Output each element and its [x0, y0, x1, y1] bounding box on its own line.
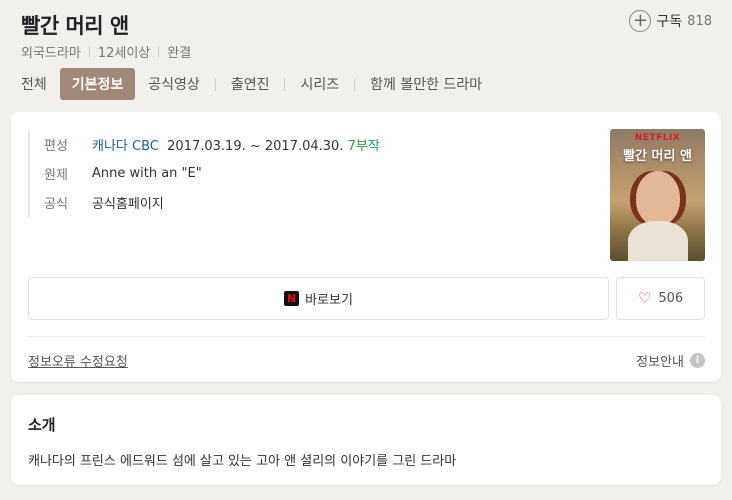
- report-error-link[interactable]: 정보오류 수정요청: [28, 351, 128, 370]
- country-link[interactable]: 캐나다: [92, 139, 128, 154]
- netflix-icon: N: [284, 291, 300, 306]
- official-label: 공식: [44, 197, 68, 212]
- tab-official-video[interactable]: 공식영상: [139, 68, 209, 100]
- subscribe-label: 구독: [656, 14, 683, 30]
- meta-status: 완결: [167, 46, 192, 61]
- intro-title: 소개: [28, 416, 56, 434]
- poster-figure-head: [636, 171, 680, 225]
- tab-basic-info[interactable]: 기본정보: [59, 68, 136, 100]
- info-row-broadcast: 편성 캐나다 CBC 2017.03.19. ~ 2017.04.30. 7부작: [44, 130, 380, 159]
- meta-divider: [88, 46, 90, 57]
- network-link[interactable]: CBC: [132, 139, 159, 154]
- info-guide-label: 정보안내: [636, 355, 684, 370]
- like-count: 506: [658, 291, 684, 306]
- plus-circle-icon: +: [629, 10, 652, 32]
- info-rows: 편성 캐나다 CBC 2017.03.19. ~ 2017.04.30. 7부작…: [28, 130, 380, 217]
- tab-all[interactable]: 전체: [12, 68, 56, 100]
- tab-bar: 전체 기본정보 공식영상 출연진 시리즈 함께 볼만한 드라마: [12, 68, 491, 100]
- broadcast-dates: 2017.03.19. ~ 2017.04.30.: [167, 139, 344, 154]
- original-title-label: 원제: [44, 168, 68, 183]
- meta-genre: 외국드라마: [21, 46, 81, 61]
- meta-rating: 12세이상: [97, 46, 151, 61]
- intro-text: 캐나다의 프린스 에드워드 섬에 살고 있는 고아 앤 셜리의 이야기를 그린 …: [28, 454, 457, 469]
- subscribe-button[interactable]: + 구독 818: [629, 10, 712, 32]
- official-homepage-link[interactable]: 공식홈페이지: [92, 193, 164, 212]
- tab-cast[interactable]: 출연진: [222, 68, 279, 100]
- card-divider: [28, 336, 705, 337]
- info-row-official: 공식 공식홈페이지: [44, 188, 380, 217]
- poster-figure-body: [628, 221, 688, 261]
- tab-recommended[interactable]: 함께 볼만한 드라마: [361, 68, 491, 100]
- subscribe-count: 818: [687, 13, 712, 29]
- broadcast-label: 편성: [44, 139, 68, 154]
- meta-divider: [158, 46, 160, 57]
- drama-meta: 외국드라마 12세이상 완결: [21, 42, 191, 61]
- episode-count: 7부작: [347, 139, 380, 154]
- intro-card: 소개 캐나다의 프린스 에드워드 섬에 살고 있는 고아 앤 셜리의 이야기를 …: [11, 395, 721, 485]
- tab-divider: [354, 77, 356, 91]
- poster-title: 빨간 머리 앤: [623, 149, 692, 164]
- like-button[interactable]: ♡ 506: [616, 277, 705, 320]
- poster-image[interactable]: NETFLIX 빨간 머리 앤: [610, 129, 705, 261]
- poster-brand: NETFLIX: [634, 133, 681, 143]
- original-title: Anne with an "E": [92, 166, 202, 181]
- watch-now-label: 바로보기: [305, 293, 353, 308]
- tab-divider: [214, 77, 216, 91]
- info-card: 편성 캐나다 CBC 2017.03.19. ~ 2017.04.30. 7부작…: [11, 112, 721, 382]
- info-guide-button[interactable]: 정보안내 i: [636, 351, 705, 370]
- info-row-original-title: 원제 Anne with an "E": [44, 159, 380, 188]
- watch-now-button[interactable]: N 바로보기: [28, 277, 609, 320]
- tab-series[interactable]: 시리즈: [291, 68, 348, 100]
- drama-title: 빨간 머리 앤: [21, 14, 129, 38]
- info-icon: i: [690, 353, 705, 368]
- heart-icon: ♡: [637, 289, 652, 307]
- tab-divider: [284, 77, 286, 91]
